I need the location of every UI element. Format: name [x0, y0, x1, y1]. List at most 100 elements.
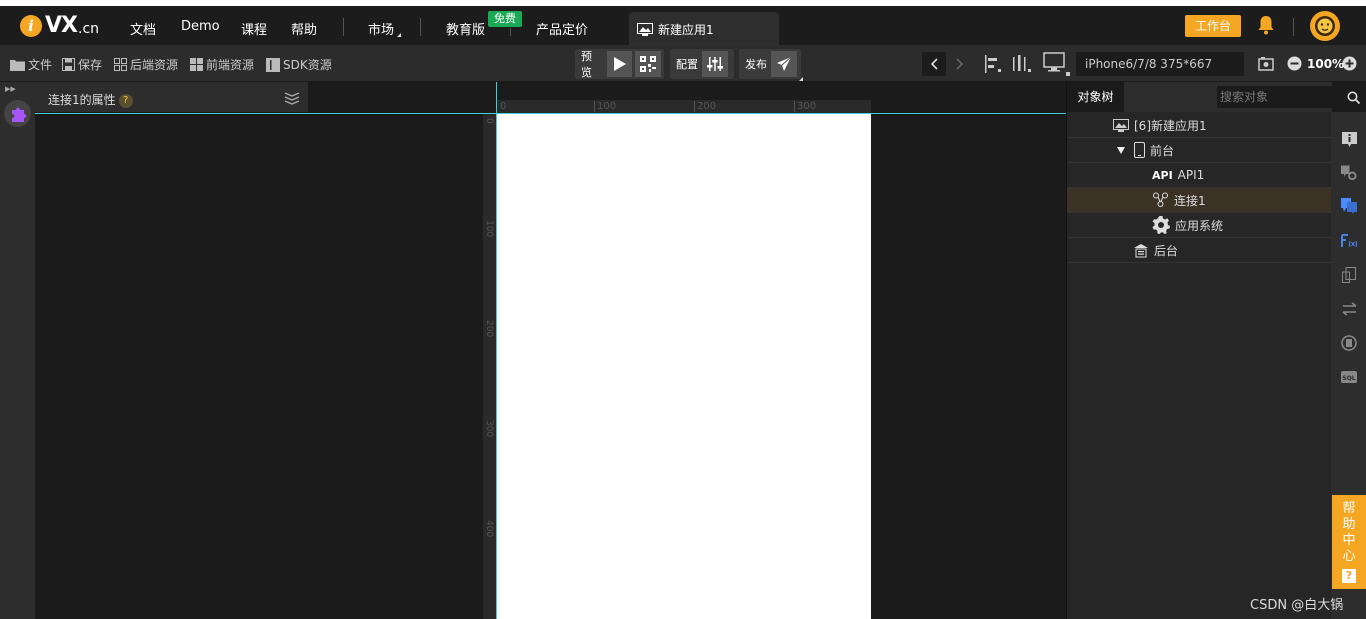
- ruler-tick-label: 100: [594, 101, 616, 112]
- align-center-button[interactable]: [1013, 55, 1034, 73]
- avatar[interactable]: [1310, 11, 1340, 41]
- ruler-vertical: 0 100 200 300 400: [483, 114, 496, 619]
- monitor-icon: [1043, 52, 1070, 76]
- tree-node-backend[interactable]: 后台: [1067, 238, 1332, 263]
- phone-screen[interactable]: [497, 114, 871, 619]
- ruler-tick-label: 300: [794, 101, 816, 112]
- server-icon: [1133, 243, 1149, 258]
- plugin-rail-icon[interactable]: [1341, 335, 1357, 351]
- gear-icon: [1152, 216, 1170, 234]
- ruler-tick-label: 200: [484, 320, 494, 338]
- sdk-resources-button[interactable]: SDK资源: [266, 56, 332, 73]
- info-icon[interactable]: [1341, 132, 1357, 148]
- tree-node-link1[interactable]: 连接1: [1067, 188, 1332, 213]
- dropdown-corner-icon: [397, 33, 401, 37]
- tree-node-app[interactable]: [6]新建应用1: [1067, 113, 1332, 138]
- function-icon[interactable]: [1341, 233, 1357, 249]
- save-button[interactable]: 保存: [62, 56, 102, 73]
- nav-divider: [343, 18, 344, 36]
- nav-divider: [1293, 18, 1294, 36]
- chevron-left-icon: [930, 58, 938, 70]
- align-left-icon: [985, 55, 1001, 73]
- align-left-button[interactable]: [985, 55, 1004, 73]
- nav-courses[interactable]: 课程: [241, 19, 267, 38]
- search-button[interactable]: [1341, 86, 1365, 108]
- free-badge: 免费: [488, 11, 522, 27]
- camera-icon: [1258, 57, 1274, 71]
- zoom-in-button[interactable]: [1342, 56, 1360, 71]
- device-switch-button[interactable]: [1043, 52, 1074, 76]
- logo-icon: i: [20, 15, 42, 37]
- frontend-resources-button[interactable]: 前端资源: [190, 56, 254, 73]
- qrcode-button[interactable]: [635, 51, 662, 77]
- question-icon: ?: [1342, 569, 1356, 583]
- caret-down-icon[interactable]: [1117, 146, 1125, 154]
- zoom-level: 100%: [1307, 57, 1345, 71]
- top-navigation: i VX .cn 文档 Demo 课程 帮助 市场 教育版 免费 产品定价 新建…: [0, 6, 1366, 46]
- ruler-tick-label: 200: [694, 101, 716, 112]
- tree-node-api1[interactable]: API API1: [1067, 163, 1332, 188]
- api-icon: API: [1152, 168, 1173, 182]
- nav-divider: [420, 18, 421, 36]
- nav-pricing[interactable]: 产品定价: [536, 19, 588, 38]
- vx-logo[interactable]: i VX .cn: [20, 14, 99, 38]
- bell-icon[interactable]: [1257, 15, 1275, 38]
- swap-icon[interactable]: [1341, 301, 1357, 317]
- publish-button[interactable]: [771, 51, 797, 77]
- file-button[interactable]: 文件: [10, 56, 52, 73]
- puzzle-icon: [11, 107, 26, 122]
- publish-label: 发布: [745, 58, 767, 71]
- object-tree-header: 对象树 搜索对象: [1067, 82, 1342, 112]
- sql-icon[interactable]: SQL: [1341, 369, 1357, 385]
- folder-icon: [10, 59, 25, 71]
- dropdown-corner-icon: [799, 77, 803, 81]
- undo-button[interactable]: [922, 52, 946, 76]
- align-center-icon: [1013, 55, 1031, 72]
- search-input[interactable]: 搜索对象: [1217, 86, 1342, 108]
- tree-node-app-system[interactable]: 应用系统: [1067, 213, 1332, 238]
- backend-resources-button[interactable]: 后端资源: [114, 56, 178, 73]
- chevron-right-icon: [956, 58, 964, 70]
- nav-education[interactable]: 教育版: [446, 19, 485, 38]
- events-icon[interactable]: [1341, 198, 1357, 214]
- nav-docs[interactable]: 文档: [130, 19, 156, 38]
- plugin-button[interactable]: [4, 100, 31, 127]
- plus-circle-icon: [1342, 56, 1357, 71]
- document-tab[interactable]: 新建应用1: [629, 12, 779, 46]
- minus-circle-icon: [1287, 56, 1302, 71]
- expand-arrows-icon[interactable]: ▶▶: [5, 85, 16, 93]
- copy-icon[interactable]: [1341, 267, 1357, 283]
- config-label: 配置: [676, 58, 698, 71]
- device-select[interactable]: iPhone6/7/8 375*667: [1076, 52, 1244, 76]
- tab-object-tree[interactable]: 对象树: [1067, 82, 1124, 112]
- nav-demo[interactable]: Demo: [181, 19, 220, 34]
- nav-market[interactable]: 市场: [368, 19, 394, 38]
- search-icon: [1347, 91, 1360, 104]
- preview-label: 预览: [581, 50, 592, 79]
- help-icon[interactable]: ?: [118, 93, 133, 108]
- qrcode-icon: [640, 56, 657, 72]
- tree-node-frontend[interactable]: 前台: [1067, 138, 1332, 163]
- ruler-tick-label: 0: [500, 101, 507, 112]
- play-button[interactable]: [606, 51, 633, 77]
- ruler-tick-label: 300: [484, 420, 494, 438]
- help-center-button[interactable]: 帮 助 中 心 ?: [1332, 495, 1366, 589]
- document-tab-label: 新建应用1: [658, 22, 714, 37]
- settings-doc-icon[interactable]: [1341, 165, 1357, 181]
- workbench-button[interactable]: 工作台: [1185, 15, 1241, 37]
- panel-menu-icon[interactable]: [284, 91, 300, 108]
- config-group: 配置: [670, 49, 734, 79]
- object-tree-panel: 对象树 搜索对象 [6]新建应用1 前台 API API1 连接1 应用系统 后…: [1066, 82, 1342, 619]
- zoom-out-button[interactable]: [1287, 56, 1305, 71]
- publish-group: 发布: [739, 49, 801, 79]
- redo-button[interactable]: [948, 52, 972, 76]
- nav-help[interactable]: 帮助: [291, 19, 317, 38]
- nav-divider: [510, 28, 511, 36]
- ruler-horizontal: 0 100 200 300: [496, 100, 871, 114]
- properties-title: 连接1的属性?: [48, 91, 133, 108]
- editor-toolbar: 文件 保存 后端资源 前端资源 SDK资源 预览 配置 发布 iPhone6/7…: [0, 46, 1366, 82]
- ruler-tick-label: 100: [484, 220, 494, 238]
- screenshot-button[interactable]: [1258, 57, 1277, 71]
- config-button[interactable]: [702, 51, 728, 77]
- left-sidebar: ▶▶: [0, 82, 35, 619]
